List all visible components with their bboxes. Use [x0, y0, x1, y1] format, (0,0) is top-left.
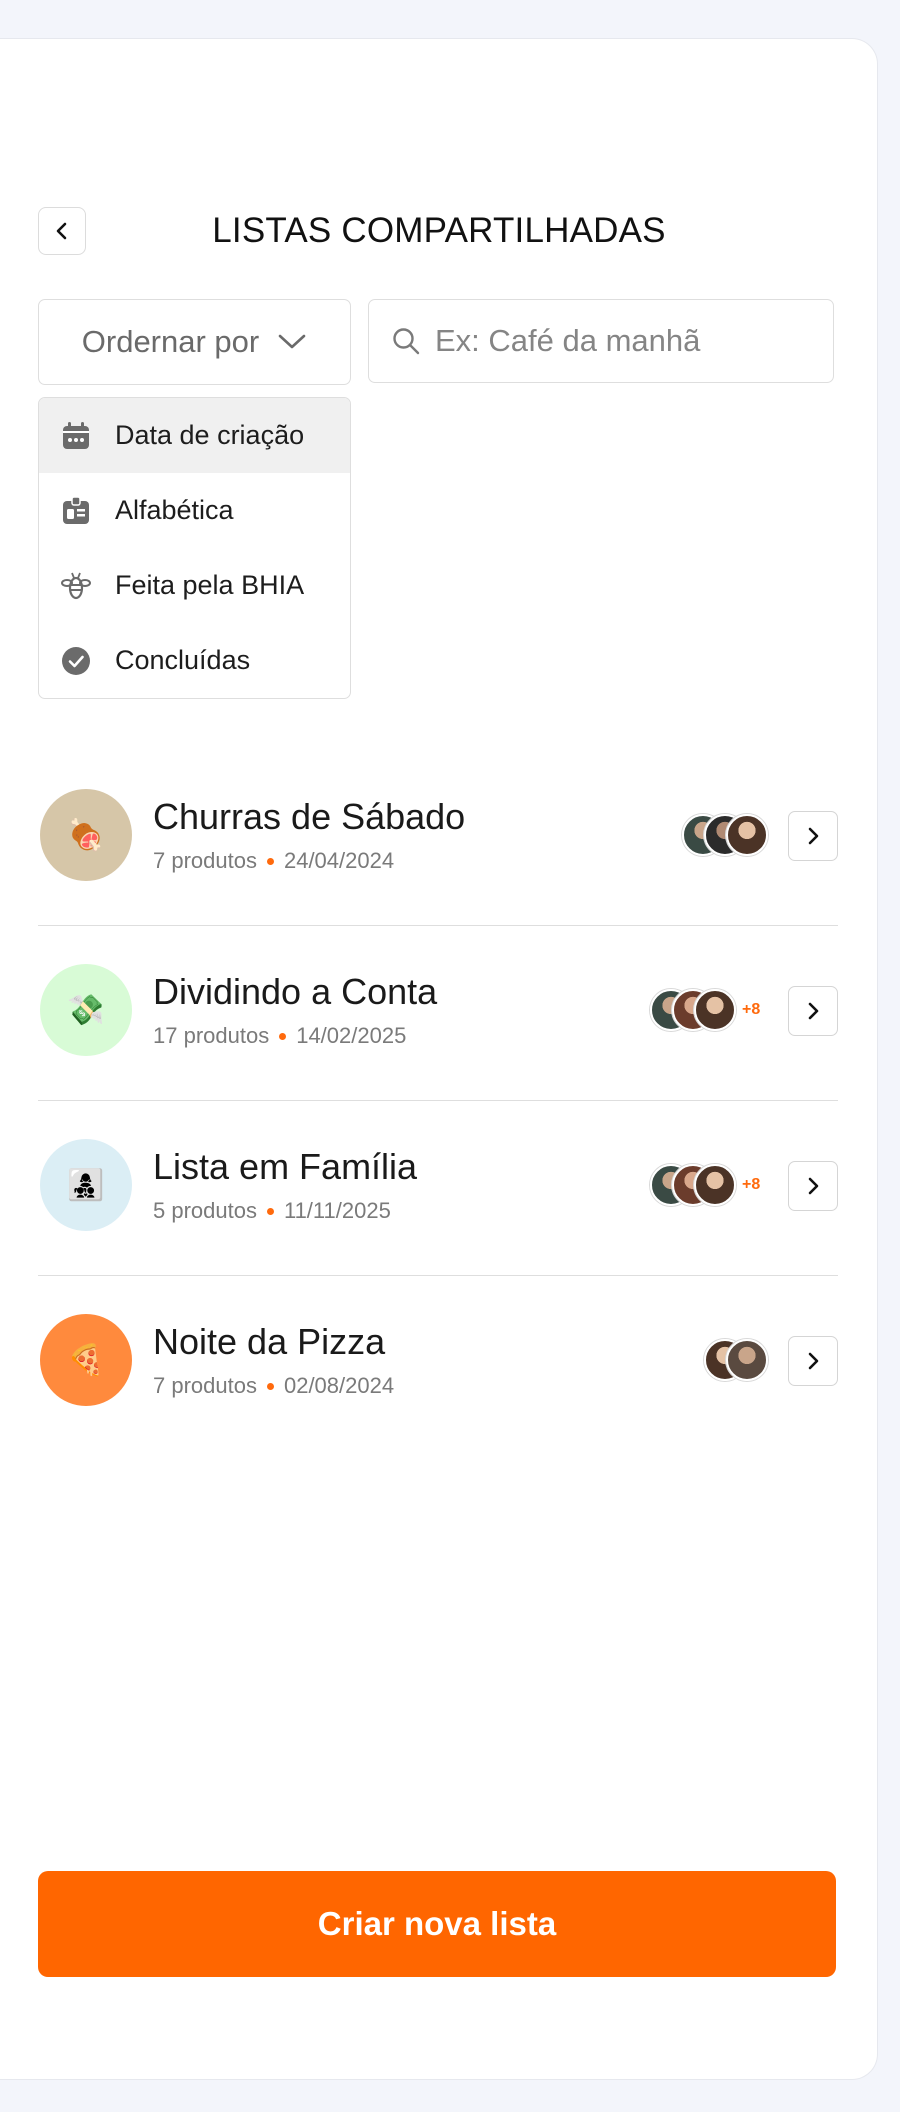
list-product-count: 17 produtos [153, 1023, 270, 1048]
list-emoji: 👩‍👧‍👦 [67, 1168, 105, 1202]
list-item[interactable]: 🍕 Noite da Pizza 7 produtos 02/08/2024 [38, 1276, 838, 1451]
member-avatars: +8 [650, 1163, 760, 1207]
list-product-count: 5 produtos [153, 1198, 257, 1223]
bee-icon [59, 569, 93, 603]
list-item[interactable]: 👩‍👧‍👦 Lista em Família 5 produtos 11/11/… [38, 1101, 838, 1276]
avatar [694, 1164, 736, 1206]
chevron-right-icon [808, 1002, 819, 1020]
list-date: 24/04/2024 [283, 848, 395, 873]
sort-option-creation-date[interactable]: Data de criação [39, 398, 350, 473]
list-emoji: 🍕 [67, 1343, 105, 1377]
check-circle-icon [59, 644, 93, 678]
list-title: Noite da Pizza [153, 1321, 386, 1362]
list-product-count: 7 produtos [153, 1373, 257, 1398]
separator-dot [266, 1382, 274, 1390]
chevron-right-icon [808, 1177, 819, 1195]
sort-dropdown-button[interactable]: Ordernar por [38, 299, 351, 385]
list-thumbnail: 🍕 [40, 1314, 132, 1406]
search-input[interactable] [435, 323, 815, 359]
open-list-button[interactable] [788, 986, 838, 1036]
search-box[interactable] [368, 299, 834, 383]
sort-label: Ordernar por [81, 324, 260, 359]
sort-option-label: Feita pela BHIA [115, 570, 305, 600]
list-item[interactable]: 🍖 Churras de Sábado 7 produtos 24/04/202… [38, 751, 838, 926]
sort-option-label: Data de criação [115, 420, 305, 450]
avatar [726, 1339, 768, 1381]
open-list-button[interactable] [788, 1161, 838, 1211]
more-members-count: +8 [742, 1001, 761, 1018]
list-thumbnail: 🍖 [40, 789, 132, 881]
list-title: Churras de Sábado [153, 796, 466, 837]
list-meta: 5 produtos 11/11/2025 [153, 1197, 391, 1225]
open-list-button[interactable] [788, 811, 838, 861]
member-avatars [704, 1338, 768, 1382]
list-title: Lista em Família [153, 1146, 418, 1187]
chevron-right-icon [808, 1352, 819, 1370]
calendar-icon [59, 419, 93, 453]
separator-dot [279, 1032, 287, 1040]
more-members-count: +8 [742, 1176, 761, 1193]
list-meta: 7 produtos 02/08/2024 [153, 1372, 394, 1400]
open-list-button[interactable] [788, 1336, 838, 1386]
list-meta: 17 produtos 14/02/2025 [153, 1022, 406, 1050]
separator-dot [266, 857, 274, 865]
member-avatars: +8 [650, 988, 760, 1032]
search-icon [393, 328, 420, 355]
page-title: LISTAS COMPARTILHADAS [212, 211, 666, 250]
list-date: 14/02/2025 [296, 1023, 407, 1048]
list-emoji: 🍖 [67, 818, 105, 852]
sort-option-label: Concluídas [115, 645, 251, 675]
chevron-right-icon [808, 827, 819, 845]
sort-option-label: Alfabética [115, 495, 234, 525]
list-emoji: 💸 [67, 993, 105, 1027]
sort-options-menu: Data de criação Alfabética Feita pela BH… [38, 397, 351, 699]
separator-dot [266, 1207, 274, 1215]
create-list-button[interactable]: Criar nova lista [38, 1871, 836, 1977]
list-thumbnail: 👩‍👧‍👦 [40, 1139, 132, 1231]
list-meta: 7 produtos 24/04/2024 [153, 847, 394, 875]
sort-option-completed[interactable]: Concluídas [39, 623, 350, 698]
sort-option-made-by-bhia[interactable]: Feita pela BHIA [39, 548, 350, 623]
list-title: Dividindo a Conta [153, 971, 438, 1012]
avatar [726, 814, 768, 856]
list-thumbnail: 💸 [40, 964, 132, 1056]
member-avatars [682, 813, 768, 857]
chevron-down-icon [278, 334, 306, 349]
list-date: 02/08/2024 [283, 1373, 395, 1398]
list-product-count: 7 produtos [153, 848, 257, 873]
list-date: 11/11/2025 [283, 1198, 391, 1223]
sort-option-alphabetical[interactable]: Alfabética [39, 473, 350, 548]
avatar [694, 989, 736, 1031]
id-card-icon [59, 494, 93, 528]
list-item[interactable]: 💸 Dividindo a Conta 17 produtos 14/02/20… [38, 926, 838, 1101]
main-panel: LISTAS COMPARTILHADAS Ordernar por Ex: C… [0, 38, 878, 2080]
